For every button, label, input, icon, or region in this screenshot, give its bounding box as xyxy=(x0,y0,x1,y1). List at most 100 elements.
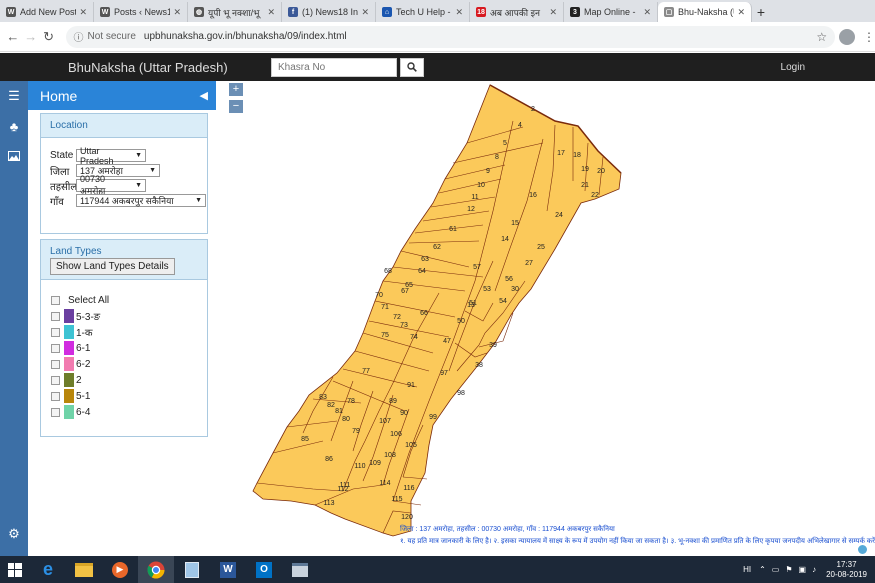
close-tab-icon[interactable]: ✕ xyxy=(737,7,745,18)
plot-number-label[interactable]: 116 xyxy=(403,485,414,492)
plot-number-label[interactable]: 5 xyxy=(503,140,507,147)
plot-number-label[interactable]: 63 xyxy=(421,256,429,263)
land-type-checkbox[interactable] xyxy=(51,408,60,417)
plot-number-label[interactable]: 114 xyxy=(379,480,390,487)
plot-number-label[interactable]: 51 xyxy=(469,300,477,307)
tree-icon[interactable]: ♣ xyxy=(0,111,28,141)
plot-number-label[interactable]: 54 xyxy=(499,298,507,305)
khasra-search-input[interactable] xyxy=(271,58,397,77)
land-type-checkbox[interactable] xyxy=(51,392,60,401)
plot-number-label[interactable]: 56 xyxy=(505,276,513,283)
plot-number-label[interactable]: 17 xyxy=(557,150,565,157)
plot-number-label[interactable]: 85 xyxy=(301,436,309,443)
plot-number-label[interactable]: 25 xyxy=(537,244,545,251)
plot-number-label[interactable]: 57 xyxy=(473,264,481,271)
plot-number-label[interactable]: 30 xyxy=(511,286,519,293)
plot-number-label[interactable]: 50 xyxy=(457,318,465,325)
login-link[interactable]: Login xyxy=(781,62,805,73)
select-all-checkbox[interactable] xyxy=(51,296,60,305)
new-tab-button[interactable]: + xyxy=(752,2,770,22)
plot-number-label[interactable]: 80 xyxy=(342,416,350,423)
plot-number-label[interactable]: 9 xyxy=(486,168,490,175)
land-type-checkbox[interactable] xyxy=(51,344,60,353)
plot-number-label[interactable]: 72 xyxy=(393,314,401,321)
zoom-out-button[interactable]: − xyxy=(229,100,243,113)
outlook-icon[interactable]: O xyxy=(246,556,282,583)
close-tab-icon[interactable]: ✕ xyxy=(173,7,181,18)
image-icon[interactable] xyxy=(0,141,28,171)
plot-number-label[interactable]: 66 xyxy=(420,310,428,317)
close-tab-icon[interactable]: ✕ xyxy=(267,7,275,18)
plot-number-label[interactable]: 75 xyxy=(381,332,389,339)
plot-number-label[interactable]: 14 xyxy=(501,236,509,243)
plot-number-label[interactable]: 21 xyxy=(581,182,589,189)
plot-number-label[interactable]: 39 xyxy=(489,342,497,349)
plot-number-label[interactable]: 86 xyxy=(325,456,333,463)
plot-number-label[interactable]: 115 xyxy=(391,496,402,503)
plot-number-label[interactable]: 64 xyxy=(418,268,426,275)
plot-number-label[interactable]: 83 xyxy=(319,394,327,401)
plot-number-label[interactable]: 108 xyxy=(384,452,396,459)
plot-number-label[interactable]: 97 xyxy=(440,370,448,377)
settings-gear-icon[interactable]: ⚙ xyxy=(0,519,28,549)
browser-tab[interactable]: 3Map Online - ✕ xyxy=(564,2,658,22)
browser-tab[interactable]: f(1) News18 Ind✕ xyxy=(282,2,376,22)
plot-number-label[interactable]: 120 xyxy=(401,514,413,521)
plot-number-label[interactable]: 11 xyxy=(471,194,478,201)
search-button[interactable] xyxy=(400,58,424,77)
state-select[interactable]: Uttar Pradesh▼ xyxy=(76,149,146,162)
volume-icon[interactable]: ♪ xyxy=(812,565,816,574)
plot-number-label[interactable]: 67 xyxy=(401,288,409,295)
plot-number-label[interactable]: 12 xyxy=(467,206,475,213)
close-tab-icon[interactable]: ✕ xyxy=(361,7,369,18)
land-type-checkbox[interactable] xyxy=(51,312,60,321)
bookmark-star-icon[interactable]: ☆ xyxy=(816,30,827,44)
internet-explorer-icon[interactable]: e xyxy=(30,556,66,583)
close-tab-icon[interactable]: ✕ xyxy=(79,7,87,18)
tehsil-select[interactable]: 00730 अमरोहा▼ xyxy=(76,179,146,192)
plot-number-label[interactable]: 53 xyxy=(483,286,491,293)
plot-number-label[interactable]: 110 xyxy=(354,463,365,470)
plot-number-label[interactable]: 47 xyxy=(443,338,451,345)
plot-number-label[interactable]: 68 xyxy=(384,268,392,275)
plot-number-label[interactable]: 16 xyxy=(529,192,537,199)
plot-number-label[interactable]: 91 xyxy=(407,382,415,389)
plot-number-label[interactable]: 27 xyxy=(525,260,533,267)
collapse-chevron-icon[interactable]: ◀ xyxy=(200,89,208,102)
cadastral-map[interactable]: 2458910111213141516171819202122242527303… xyxy=(243,81,875,556)
clock[interactable]: 17:37 20-08-2019 xyxy=(826,560,867,580)
plot-number-label[interactable]: 107 xyxy=(379,418,391,425)
language-indicator[interactable]: HI xyxy=(743,565,751,574)
browser-tab[interactable]: 18अब आपकी इन ✕ xyxy=(470,2,564,22)
plot-number-label[interactable]: 73 xyxy=(400,322,408,329)
plot-number-label[interactable]: 109 xyxy=(369,460,381,467)
plot-number-label[interactable]: 18 xyxy=(573,152,581,159)
plot-number-label[interactable]: 79 xyxy=(352,428,360,435)
plot-number-label[interactable]: 20 xyxy=(597,168,605,175)
chrome-icon[interactable] xyxy=(138,556,174,583)
close-tab-icon[interactable]: ✕ xyxy=(455,7,463,18)
browser-tab[interactable]: WPosts ‹ News18✕ xyxy=(94,2,188,22)
land-type-checkbox[interactable] xyxy=(51,376,60,385)
plot-number-label[interactable]: 81 xyxy=(335,408,343,415)
zoom-in-button[interactable]: + xyxy=(229,83,243,96)
plot-number-label[interactable]: 19 xyxy=(581,166,589,173)
plot-number-label[interactable]: 62 xyxy=(433,244,441,251)
word-icon[interactable]: W xyxy=(210,556,246,583)
plot-number-label[interactable]: 74 xyxy=(410,334,418,341)
plot-number-label[interactable]: 99 xyxy=(429,414,437,421)
reload-icon[interactable]: ↻ xyxy=(40,29,58,45)
window-app-icon[interactable] xyxy=(282,556,318,583)
plot-number-label[interactable]: 38 xyxy=(475,362,483,369)
plot-number-label[interactable]: 82 xyxy=(327,402,335,409)
flag-icon[interactable]: ⚑ xyxy=(785,565,792,574)
village-select[interactable]: 117944 अकबरपुर सकैनिया▼ xyxy=(76,194,206,207)
close-tab-icon[interactable]: ✕ xyxy=(549,7,557,18)
hamburger-menu-icon[interactable]: ☰ xyxy=(0,81,28,111)
plot-number-label[interactable]: 77 xyxy=(362,368,370,375)
plot-number-label[interactable]: 112 xyxy=(337,486,348,493)
plot-number-label[interactable]: 70 xyxy=(375,292,383,299)
info-icon[interactable]: ⓘ xyxy=(74,29,84,44)
plot-number-label[interactable]: 105 xyxy=(405,442,417,449)
map-scroll-indicator[interactable] xyxy=(858,545,867,554)
